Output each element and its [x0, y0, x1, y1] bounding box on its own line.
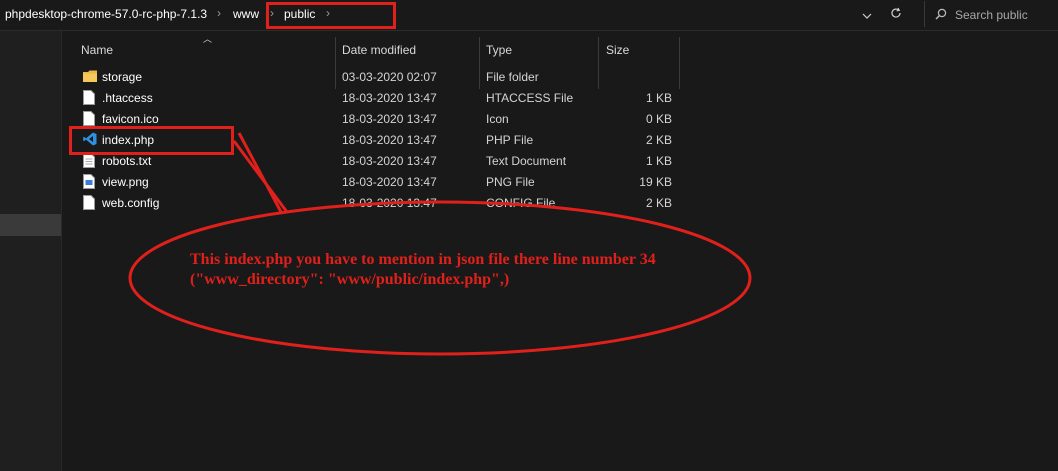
column-name-header[interactable]: Name: [81, 43, 113, 57]
file-icon: [83, 90, 97, 106]
file-type: PNG File: [486, 175, 535, 189]
file-size: 19 KB: [639, 175, 672, 189]
file-name: favicon.ico: [102, 112, 159, 126]
file-date: 18-03-2020 13:47: [342, 175, 437, 189]
file-date: 03-03-2020 02:07: [342, 70, 437, 84]
annotation-text: This index.php you have to mention in js…: [190, 251, 656, 288]
file-name: view.png: [102, 175, 149, 189]
file-name: web.config: [102, 196, 160, 210]
vscode-icon: [83, 132, 97, 148]
file-type: Icon: [486, 112, 509, 126]
file-row-web-config[interactable]: web.config 18-03-2020 13:47 CONFIG File …: [62, 193, 1058, 214]
file-row-favicon[interactable]: favicon.ico 18-03-2020 13:47 Icon 0 KB: [62, 109, 1058, 130]
breadcrumb-chevron-icon[interactable]: ›: [270, 6, 274, 20]
file-date: 18-03-2020 13:47: [342, 91, 437, 105]
column-header: ︿ Name Date modified Type Size: [62, 31, 1058, 89]
file-type: Text Document: [486, 154, 567, 168]
search-box[interactable]: [924, 1, 1058, 27]
column-date-header[interactable]: Date modified: [342, 43, 416, 57]
file-row-robots[interactable]: robots.txt 18-03-2020 13:47 Text Documen…: [62, 151, 1058, 172]
refresh-icon[interactable]: [887, 6, 905, 24]
column-size-header[interactable]: Size: [606, 43, 629, 57]
file-type: HTACCESS File: [486, 91, 574, 105]
breadcrumb-chevron-icon[interactable]: ›: [217, 6, 221, 20]
text-file-icon: [83, 153, 97, 169]
breadcrumb-chevron-icon[interactable]: ›: [326, 6, 330, 20]
file-row-htaccess[interactable]: .htaccess 18-03-2020 13:47 HTACCESS File…: [62, 88, 1058, 109]
file-size: 2 KB: [645, 196, 672, 210]
history-dropdown-icon[interactable]: [858, 6, 876, 24]
file-type: File folder: [486, 70, 539, 84]
file-date: 18-03-2020 13:47: [342, 196, 437, 210]
file-name: .htaccess: [102, 91, 153, 105]
file-size: 1 KB: [645, 91, 672, 105]
file-row-storage[interactable]: storage 03-03-2020 02:07 File folder: [62, 67, 1058, 88]
search-icon: [935, 7, 947, 25]
sort-ascending-icon: ︿: [203, 34, 213, 44]
file-row-view-png[interactable]: view.png 18-03-2020 13:47 PNG File 19 KB: [62, 172, 1058, 193]
toolbar: phpdesktop-chrome-57.0-rc-php-7.1.3 › ww…: [0, 0, 1058, 31]
breadcrumb-item-public[interactable]: public: [284, 7, 315, 21]
folder-icon: [83, 69, 97, 85]
file-size: 0 KB: [645, 112, 672, 126]
file-name: storage: [102, 70, 143, 84]
breadcrumb-item-root[interactable]: phpdesktop-chrome-57.0-rc-php-7.1.3: [5, 7, 207, 21]
image-file-icon: [83, 174, 97, 190]
file-name: index.php: [102, 133, 155, 147]
address-bar[interactable]: phpdesktop-chrome-57.0-rc-php-7.1.3 › ww…: [0, 0, 916, 30]
navigation-pane[interactable]: [0, 31, 62, 471]
file-icon: [83, 111, 97, 127]
column-type-header[interactable]: Type: [486, 43, 512, 57]
file-date: 18-03-2020 13:47: [342, 133, 437, 147]
file-date: 18-03-2020 13:47: [342, 112, 437, 126]
file-type: CONFIG File: [486, 196, 556, 210]
file-size: 2 KB: [645, 133, 672, 147]
file-size: 1 KB: [645, 154, 672, 168]
navigation-selected-item[interactable]: [0, 214, 61, 236]
file-name: robots.txt: [102, 154, 152, 168]
file-icon: [83, 195, 97, 211]
file-type: PHP File: [486, 133, 534, 147]
file-explorer-window: phpdesktop-chrome-57.0-rc-php-7.1.3 › ww…: [0, 0, 1058, 471]
file-row-index-php[interactable]: index.php 18-03-2020 13:47 PHP File 2 KB: [62, 130, 1058, 151]
breadcrumb-item-www[interactable]: www: [233, 7, 259, 21]
search-input[interactable]: [953, 5, 1057, 25]
file-date: 18-03-2020 13:47: [342, 154, 437, 168]
